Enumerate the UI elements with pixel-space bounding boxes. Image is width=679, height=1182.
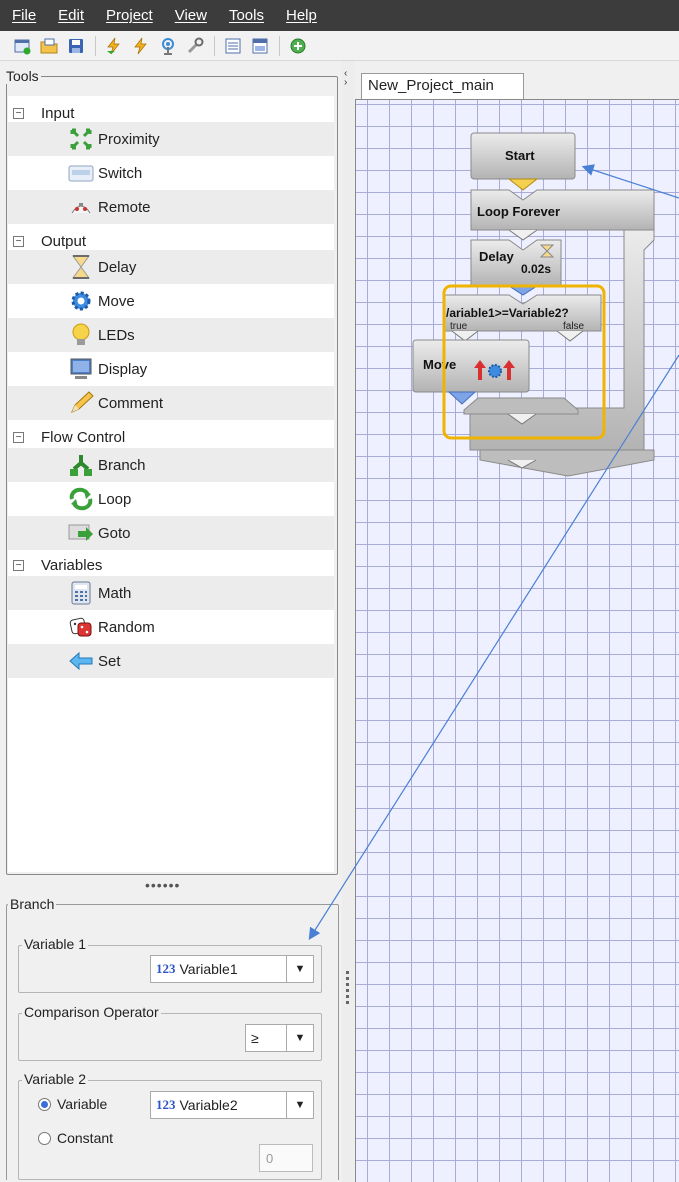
program-canvas[interactable] [355,99,679,1182]
chevron-down-icon[interactable]: ▼ [286,1092,313,1118]
monitor-icon [68,356,94,382]
switch-icon [68,160,94,186]
tool-delay[interactable]: Delay [8,250,334,284]
tool-switch[interactable]: Switch [8,156,334,190]
variable2-legend: Variable 2 [22,1071,89,1087]
tool-leds[interactable]: LEDs [8,318,334,352]
pencil-icon [68,390,94,416]
toolbar-separator [214,35,215,56]
arrow-left-icon [68,648,94,674]
remote-icon [68,194,94,220]
comparison-operator-select[interactable]: ≥ ▼ [245,1024,314,1052]
tool-math[interactable]: Math [8,576,334,610]
tool-display[interactable]: Display [8,352,334,386]
tool-move[interactable]: Move [8,284,334,318]
loop-icon [68,486,94,512]
gear-icon [68,288,94,314]
radio-unselected-icon[interactable] [38,1131,51,1145]
collapse-toggle-icon[interactable]: − [13,559,24,571]
download-icon[interactable] [104,36,124,56]
proximity-icon [68,126,94,152]
menu-tools[interactable]: Tools [217,7,274,24]
tool-proximity[interactable]: Proximity [8,122,334,156]
toolbar-separator [95,35,96,56]
window-view-icon[interactable] [250,36,270,56]
tools-panel-title: Tools [4,68,41,84]
wrench-icon[interactable] [185,36,205,56]
collapse-toggle-icon[interactable]: − [13,431,24,443]
collapse-toggle-icon[interactable]: − [13,107,24,119]
menu-help[interactable]: Help [274,7,327,24]
tool-branch[interactable]: Branch [8,448,334,482]
list-view-icon[interactable] [223,36,243,56]
tab-new-project-main[interactable]: New_Project_main [361,73,524,100]
tool-goto[interactable]: Goto [8,516,334,550]
collapse-toggle-icon[interactable]: − [13,235,24,247]
goto-icon [68,520,94,546]
tool-random[interactable]: Random [8,610,334,644]
splitter-grip[interactable] [346,971,349,1007]
constant-input[interactable]: 0 [259,1144,313,1172]
radio-selected-icon[interactable] [38,1097,51,1111]
variable2-select[interactable]: 123 Variable2 ▼ [150,1091,314,1119]
branch-panel-title: Branch [8,896,57,912]
radio-variable[interactable]: Variable [38,1096,107,1112]
radio-constant[interactable]: Constant [38,1130,113,1146]
vertical-splitter[interactable]: ‹ › [342,61,354,1182]
tool-comment[interactable]: Comment [8,386,334,420]
tool-loop[interactable]: Loop [8,482,334,516]
toolbar-separator [279,35,280,56]
open-folder-icon[interactable] [39,36,59,56]
dice-icon [68,614,94,640]
hourglass-icon [68,254,94,280]
menu-file[interactable]: File [0,7,46,24]
horizontal-splitter-grip[interactable]: •••••• [145,877,180,893]
menu-bar: File Edit Project View Tools Help [0,0,679,31]
branch-icon [68,452,94,478]
tools-list: − Input Proximity Switch Remote − Output D… [8,96,334,872]
variable1-legend: Variable 1 [22,936,89,952]
save-icon[interactable] [66,36,86,56]
menu-edit[interactable]: Edit [46,7,94,24]
comparison-operator-legend: Comparison Operator [22,1004,161,1020]
menu-view[interactable]: View [163,7,217,24]
new-project-icon[interactable] [12,36,32,56]
run-icon[interactable] [131,36,151,56]
variable1-select[interactable]: 123 Variable1 ▼ [150,955,314,983]
calculator-icon [68,580,94,606]
chevron-down-icon[interactable]: ▼ [286,1025,313,1051]
tool-set[interactable]: Set [8,644,334,678]
menu-project[interactable]: Project [94,7,163,24]
tool-remote[interactable]: Remote [8,190,334,224]
chevron-down-icon[interactable]: ▼ [286,956,313,982]
lightbulb-icon [68,322,94,348]
toolbar [0,31,679,61]
add-circle-icon[interactable] [288,36,308,56]
integer-type-icon: 123 [156,1097,176,1112]
collapse-arrows-icon[interactable]: ‹ › [344,69,347,88]
integer-type-icon: 123 [156,961,176,976]
connect-icon[interactable] [158,36,178,56]
